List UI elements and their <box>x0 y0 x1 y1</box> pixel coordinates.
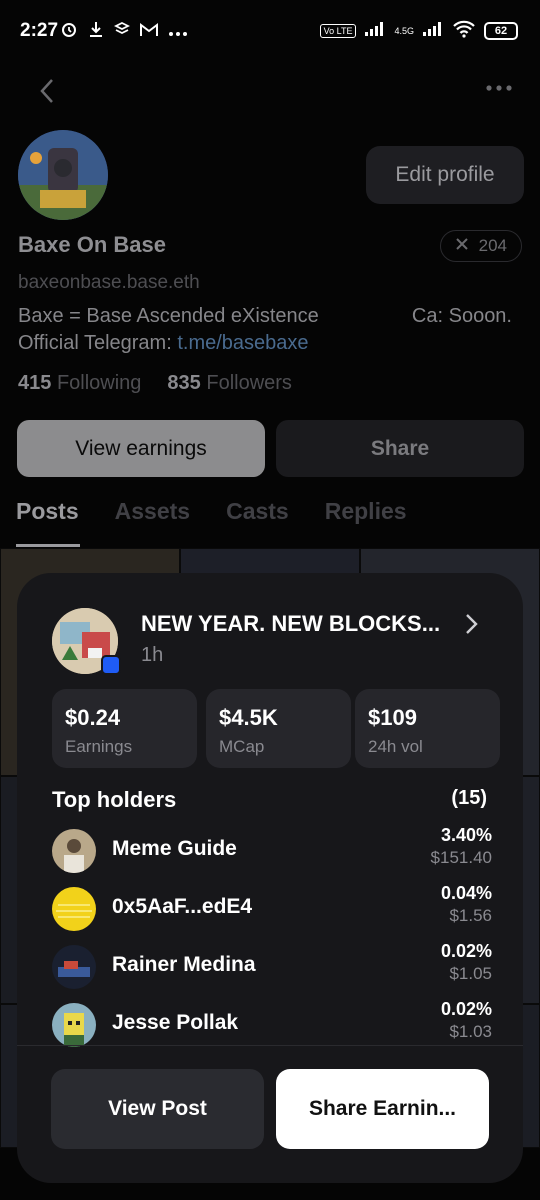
download-icon <box>88 20 104 43</box>
battery-icon: 62 <box>484 21 518 40</box>
x-count: 204 <box>478 236 507 255</box>
share-button[interactable]: Share <box>276 420 524 477</box>
holder-name: Meme Guide <box>112 837 237 860</box>
holder-name: Jesse Pollak <box>112 1011 239 1034</box>
holder-percent: 0.02% <box>440 999 492 1019</box>
active-tab-indicator <box>16 544 80 547</box>
profile-avatar <box>18 130 108 220</box>
x-followers-badge[interactable]: 204 <box>439 230 522 262</box>
top-holders-count: (15) <box>451 787 487 809</box>
x-logo-icon <box>455 236 469 256</box>
layers-icon <box>113 21 131 42</box>
holder-value: $1.03 <box>449 1022 492 1041</box>
alarm-icon <box>60 20 78 43</box>
bio-telegram: Official Telegram: t.me/basebaxe <box>18 332 309 355</box>
holder-value: $151.40 <box>430 848 492 867</box>
bio-ca: Ca: Sooon. <box>411 305 512 327</box>
profile-name: Baxe On Base <box>18 232 166 257</box>
stat-label: MCap <box>219 737 265 756</box>
bio-line: Baxe = Base Ascended eXistence <box>18 305 319 327</box>
more-notifications-icon <box>168 22 188 42</box>
edit-profile-button[interactable]: Edit profile <box>366 146 524 204</box>
base-badge-icon <box>101 655 121 675</box>
followers-stat[interactable]: 835 Followers <box>167 372 292 395</box>
profile-handle: baxeonbase.base.eth <box>18 272 200 293</box>
back-arrow-icon[interactable] <box>36 76 60 106</box>
more-options-icon[interactable] <box>484 78 514 98</box>
following-stat[interactable]: 415 Following <box>18 372 141 395</box>
tab-assets[interactable]: Assets <box>115 498 190 525</box>
holder-avatar <box>52 945 96 989</box>
stat-label: 24h vol <box>368 737 423 756</box>
post-title[interactable]: NEW YEAR. NEW BLOCKS... <box>141 611 461 637</box>
tab-posts[interactable]: Posts <box>16 498 79 525</box>
holder-row[interactable]: Rainer Medina 0.02% $1.05 <box>52 941 492 991</box>
stat-24h-vol: $109 24h vol <box>355 689 500 768</box>
stat-value: $109 <box>368 705 417 730</box>
stat-value: $4.5K <box>219 705 278 730</box>
notification-icons <box>60 20 188 43</box>
follow-stats: 415 Following 835 Followers <box>18 372 292 395</box>
chevron-right-icon[interactable] <box>463 611 481 637</box>
holder-avatar <box>52 887 96 931</box>
view-earnings-button[interactable]: View earnings <box>17 420 265 477</box>
holder-row[interactable]: Jesse Pollak 0.02% $1.03 <box>52 999 492 1049</box>
holder-avatar <box>52 829 96 873</box>
volte-icon: Vo LTE <box>319 23 357 38</box>
sheet-divider <box>17 1045 523 1046</box>
system-icons: Vo LTE 4.5G 62 <box>319 20 518 41</box>
post-time: 1h <box>141 644 164 666</box>
status-time: 2:27 <box>20 20 59 41</box>
tab-casts[interactable]: Casts <box>226 498 289 525</box>
status-bar: 2:27 Vo LTE 4.5G 62 <box>0 0 540 64</box>
holder-percent: 3.40% <box>440 825 492 845</box>
holder-value: $1.56 <box>449 906 492 925</box>
holder-name: 0x5AaF...edE4 <box>112 895 253 918</box>
gmail-icon <box>140 22 158 42</box>
holder-percent: 0.04% <box>440 883 492 903</box>
holder-name: Rainer Medina <box>112 953 256 976</box>
following-count: 415 <box>18 372 52 394</box>
wifi-icon <box>452 20 476 41</box>
top-holders-title: Top holders <box>52 787 177 812</box>
following-label: Following <box>56 372 142 394</box>
tab-replies[interactable]: Replies <box>325 498 407 525</box>
holder-avatar <box>52 1003 96 1047</box>
view-post-button[interactable]: View Post <box>51 1069 264 1149</box>
stat-mcap: $4.5K MCap <box>206 689 351 768</box>
followers-label: Followers <box>206 372 292 394</box>
holder-row[interactable]: 0x5AaF...edE4 0.04% $1.56 <box>52 883 492 933</box>
signal-icon <box>364 21 386 40</box>
post-earnings-sheet: NEW YEAR. NEW BLOCKS... 1h $0.24 Earning… <box>17 573 523 1183</box>
followers-count: 835 <box>167 372 201 394</box>
stat-earnings: $0.24 Earnings <box>52 689 197 768</box>
holder-value: $1.05 <box>449 964 492 983</box>
holder-percent: 0.02% <box>440 941 492 961</box>
bio-telegram-label: Official Telegram: <box>18 332 178 354</box>
holder-row[interactable]: Meme Guide 3.40% $151.40 <box>52 825 492 875</box>
share-earnings-button[interactable]: Share Earnin... <box>276 1069 489 1149</box>
profile-tabs: Posts Assets Casts Replies <box>16 498 407 525</box>
stat-label: Earnings <box>65 737 133 756</box>
network-type-label: 4.5G <box>394 25 414 36</box>
stat-value: $0.24 <box>65 705 121 730</box>
signal-icon-2 <box>422 21 444 40</box>
telegram-link[interactable]: t.me/basebaxe <box>177 332 308 354</box>
